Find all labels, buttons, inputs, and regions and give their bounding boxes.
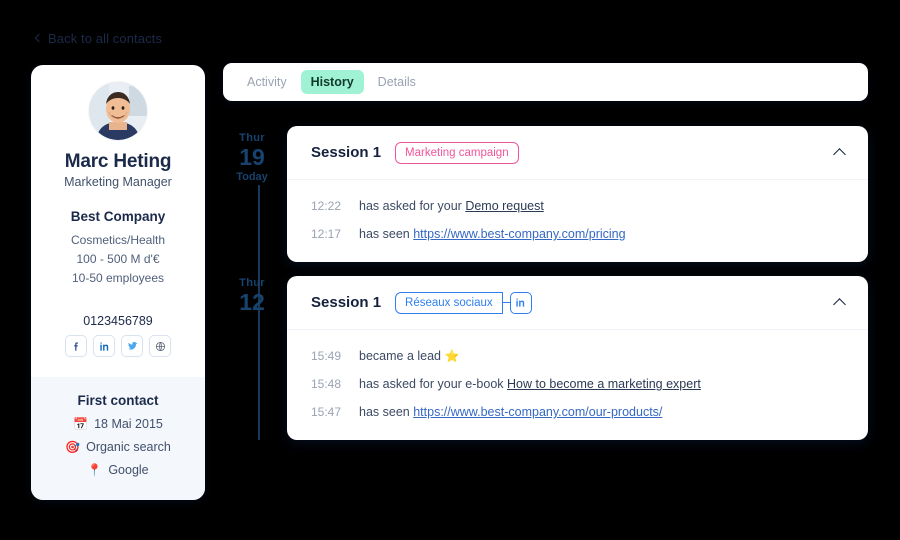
- tab-details[interactable]: Details: [368, 70, 426, 94]
- event-time: 15:48: [311, 377, 342, 391]
- social-links: [65, 335, 171, 357]
- session-badges: Marketing campaign: [395, 141, 519, 164]
- marker-today-label: Today: [236, 171, 268, 183]
- marker-weekday: Thur: [239, 132, 265, 144]
- event-description: has seen https://www.best-company.com/pr…: [359, 227, 626, 241]
- event-link[interactable]: How to become a marketing expert: [507, 377, 701, 391]
- session-header: Session 1 Réseaux sociaux: [287, 276, 868, 330]
- facebook-icon[interactable]: [65, 335, 87, 357]
- event-prefix: has seen: [359, 405, 414, 419]
- first-contact-date: 18 Mai 2015: [94, 417, 163, 431]
- chevron-up-icon: [832, 147, 846, 161]
- company-employees: 10-50 employees: [71, 271, 165, 285]
- chevron-left-icon: [34, 33, 44, 43]
- website-icon[interactable]: [149, 335, 171, 357]
- tab-bar: Activity History Details: [223, 63, 868, 101]
- linkedin-icon[interactable]: [509, 291, 532, 314]
- first-contact-origin-row: 📍 Google: [87, 463, 148, 477]
- event-prefix: has asked for your e-book: [359, 377, 507, 391]
- linkedin-icon[interactable]: [93, 335, 115, 357]
- session-badges: Réseaux sociaux: [395, 291, 532, 314]
- event-row: 15:49 became a lead ⭐: [311, 342, 852, 370]
- event-description: has asked for your e-book How to become …: [359, 377, 701, 391]
- event-row: 15:48 has asked for your e-book How to b…: [311, 370, 852, 398]
- session-title: Session 1: [311, 144, 382, 161]
- event-row: 12:17 has seen https://www.best-company.…: [311, 220, 852, 248]
- contact-phone[interactable]: 0123456789: [83, 314, 153, 328]
- company-revenue: 100 - 500 M d'€: [76, 252, 160, 266]
- event-description: has asked for your Demo request: [359, 199, 544, 213]
- event-row: 15:47 has seen https://www.best-company.…: [311, 398, 852, 426]
- event-time: 12:22: [311, 199, 342, 213]
- pin-emoji: 📍: [87, 463, 103, 477]
- collapse-session-button[interactable]: [826, 290, 852, 316]
- chevron-up-icon: [832, 297, 846, 311]
- tab-history[interactable]: History: [300, 70, 364, 94]
- collapse-session-button[interactable]: [826, 140, 852, 166]
- marker-day: 12: [239, 289, 265, 315]
- event-link[interactable]: Demo request: [465, 199, 544, 213]
- timeline-date-marker: Thur 19 Today: [224, 133, 280, 183]
- channel-badge[interactable]: Réseaux sociaux: [395, 291, 503, 314]
- timeline-date-marker: Thur 12: [224, 278, 280, 314]
- session-header: Session 1 Marketing campaign: [287, 126, 868, 180]
- contact-card: Marc Heting Marketing Manager Best Compa…: [31, 65, 205, 500]
- event-time: 15:47: [311, 405, 342, 419]
- event-prefix: became a lead: [359, 349, 445, 363]
- session-events: 12:22 has asked for your Demo request 12…: [287, 180, 868, 262]
- company-industry: Cosmetics/Health: [70, 233, 166, 247]
- session-card: Session 1 Réseaux sociaux 15:49 became a…: [287, 276, 868, 440]
- contact-history-page: Back to all contacts Marc Heting Marketi…: [0, 0, 900, 540]
- first-contact-source-row: 🎯 Organic search: [65, 440, 171, 454]
- event-prefix: has seen: [359, 227, 414, 241]
- back-to-all-contacts-link[interactable]: Back to all contacts: [34, 31, 162, 46]
- first-contact-date-row: 📅 18 Mai 2015: [73, 417, 163, 431]
- target-emoji: 🎯: [65, 440, 81, 454]
- contact-name: Marc Heting: [64, 151, 172, 172]
- company-meta: Cosmetics/Health 100 - 500 M d'€ 10-50 e…: [71, 231, 165, 288]
- event-link[interactable]: https://www.best-company.com/pricing: [413, 227, 625, 241]
- event-time: 12:17: [311, 227, 342, 241]
- event-description: became a lead ⭐: [359, 349, 459, 363]
- session-card: Session 1 Marketing campaign 12:22 has a…: [287, 126, 868, 262]
- company-name: Best Company: [70, 209, 166, 224]
- marker-weekday: Thur: [239, 277, 265, 289]
- twitter-icon[interactable]: [121, 335, 143, 357]
- star-emoji: ⭐: [444, 349, 460, 363]
- event-time: 15:49: [311, 349, 342, 363]
- event-link[interactable]: https://www.best-company.com/our-product…: [413, 405, 662, 419]
- event-row: 12:22 has asked for your Demo request: [311, 192, 852, 220]
- avatar: [89, 82, 147, 140]
- marker-day: 19: [239, 144, 265, 170]
- tab-activity[interactable]: Activity: [237, 70, 297, 94]
- first-contact-title: First contact: [77, 393, 159, 408]
- event-prefix: has asked for your: [359, 199, 466, 213]
- badge-connector: [502, 302, 510, 303]
- session-title: Session 1: [311, 294, 382, 311]
- campaign-badge[interactable]: Marketing campaign: [395, 141, 519, 164]
- back-link-label: Back to all contacts: [48, 31, 162, 46]
- session-events: 15:49 became a lead ⭐ 15:48 has asked fo…: [287, 330, 868, 440]
- contact-role: Marketing Manager: [64, 175, 172, 189]
- event-description: has seen https://www.best-company.com/ou…: [359, 405, 662, 419]
- first-contact-origin: Google: [108, 463, 149, 477]
- first-contact-panel: First contact 📅 18 Mai 2015 🎯 Organic se…: [31, 377, 205, 500]
- first-contact-source: Organic search: [86, 440, 171, 454]
- calendar-emoji: 📅: [73, 417, 89, 431]
